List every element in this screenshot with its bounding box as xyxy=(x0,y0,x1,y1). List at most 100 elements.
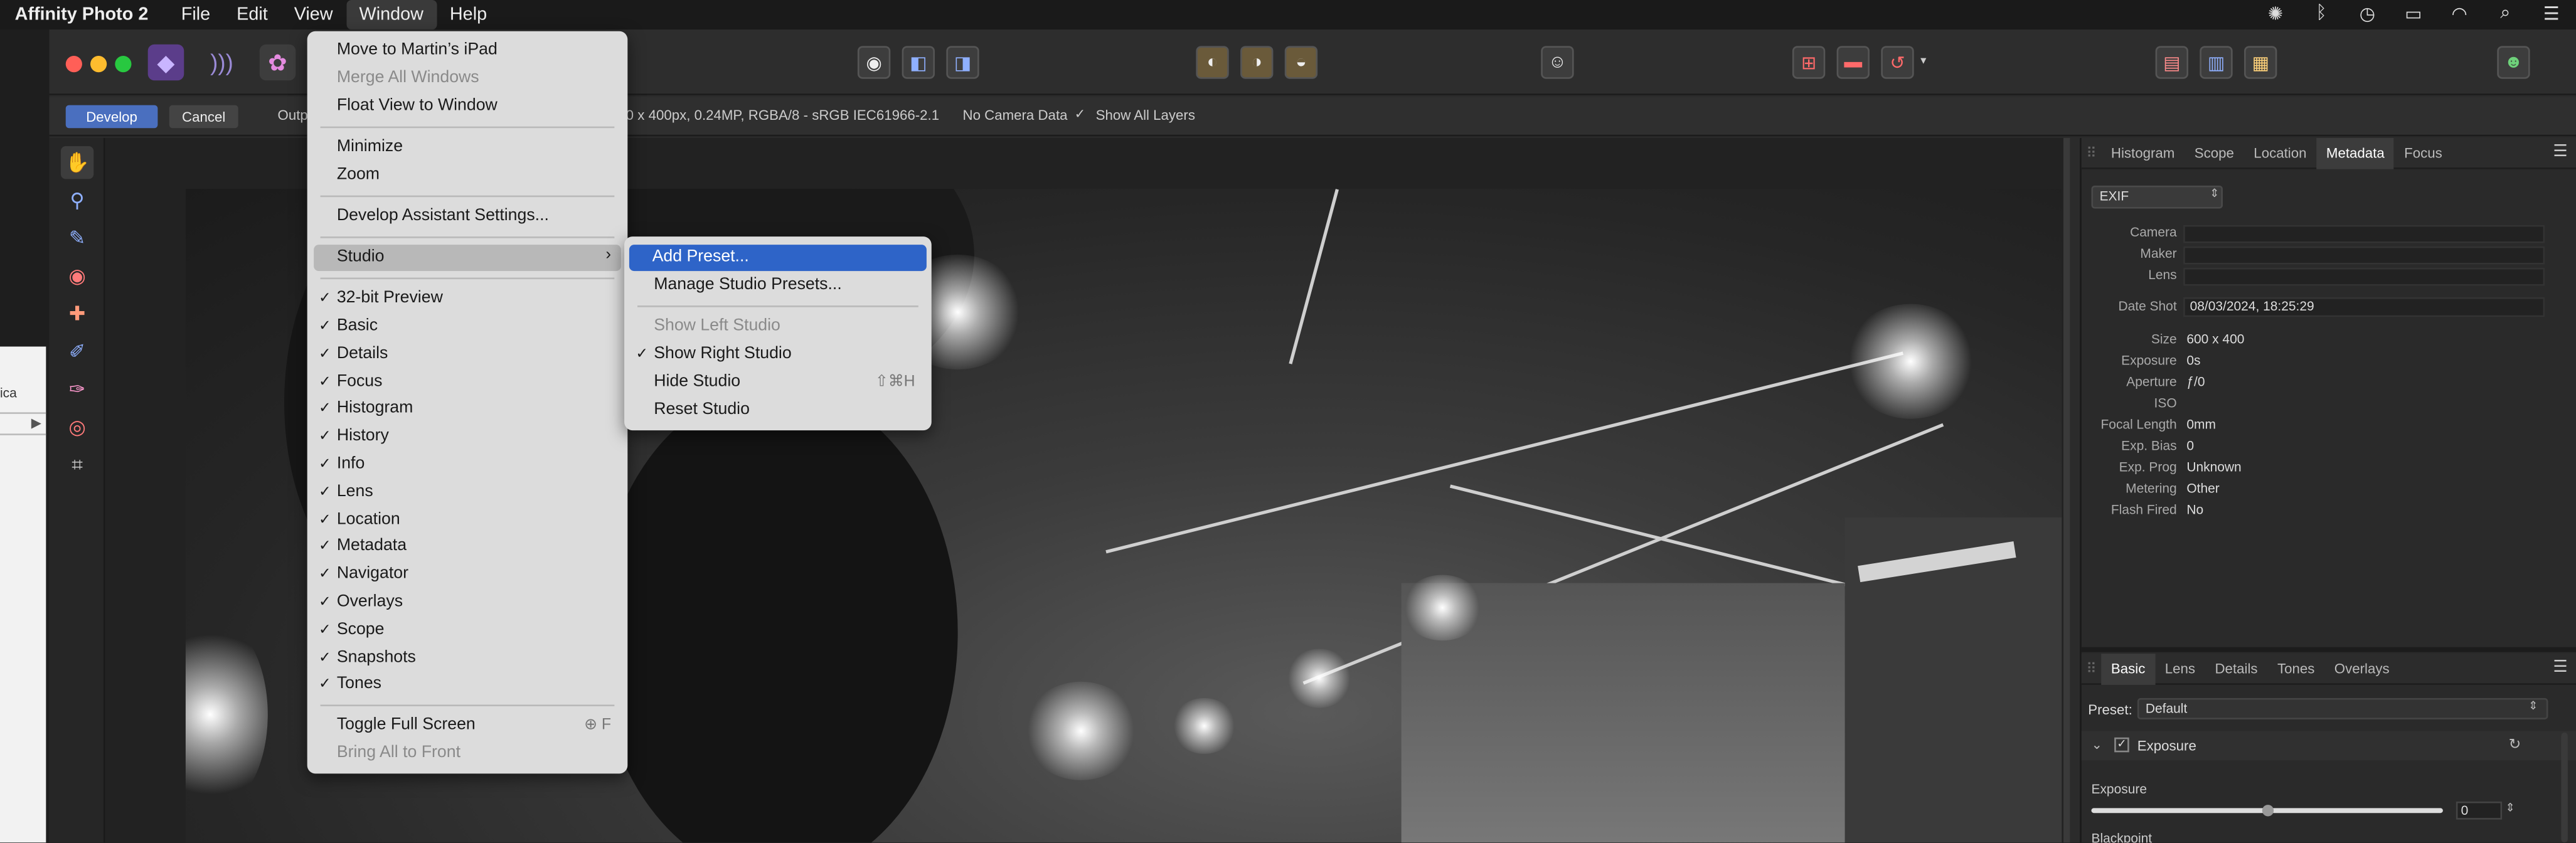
meta-field-lens[interactable] xyxy=(2183,267,2545,286)
develop-button[interactable]: Develop xyxy=(65,105,158,129)
tab-scope[interactable]: Scope xyxy=(2185,137,2244,169)
show-all-layers-label[interactable]: Show All Layers xyxy=(1096,107,1195,123)
red-eye-tool-icon[interactable]: ◉ xyxy=(61,260,93,292)
mirror-view-icon[interactable]: ◨ xyxy=(946,46,979,79)
menu-item-snapshots[interactable]: ✓ Snapshots xyxy=(314,645,621,672)
minimize-window-button[interactable] xyxy=(90,56,107,73)
align-icon[interactable]: ▥ xyxy=(2200,46,2233,79)
exposure-enable-checkbox[interactable]: ✓ xyxy=(2114,737,2129,753)
show-all-layers-checkbox[interactable]: ✓ xyxy=(1075,107,1086,122)
menu-item-focus[interactable]: ✓ Focus xyxy=(314,369,621,396)
tab-tones[interactable]: Tones xyxy=(2267,653,2324,684)
menu-item-metadata[interactable]: ✓ Metadata xyxy=(314,534,621,560)
undo-history-icon[interactable]: ↺ xyxy=(1881,46,1914,79)
menu-help[interactable]: Help xyxy=(437,0,500,29)
panel-grip-icon[interactable]: ⠿ xyxy=(2082,144,2101,162)
tab-details[interactable]: Details xyxy=(2205,653,2267,684)
clipping-highlights-icon[interactable]: ◒ xyxy=(1284,46,1318,79)
menu-item-toggle-full-screen[interactable]: Toggle Full Screen ⊕ F xyxy=(314,713,621,739)
tab-focus[interactable]: Focus xyxy=(2394,137,2452,169)
distribute-icon[interactable]: ▦ xyxy=(2244,46,2277,79)
display-icon[interactable]: ▭ xyxy=(2402,3,2425,24)
canvas-scrollbar[interactable] xyxy=(2063,137,2070,843)
tab-basic[interactable]: Basic xyxy=(2101,652,2156,684)
meta-field-camera[interactable] xyxy=(2183,225,2545,243)
wifi-icon[interactable]: ◠ xyxy=(2448,3,2471,24)
menu-item-histogram[interactable]: ✓ Histogram xyxy=(314,396,621,422)
bluetooth-icon[interactable]: ᛒ xyxy=(2310,3,2333,24)
chevron-down-icon[interactable]: ⌄ xyxy=(2091,738,2102,753)
exposure-slider[interactable] xyxy=(2091,805,2443,817)
menu-edit[interactable]: Edit xyxy=(223,0,281,29)
menu-item-add-preset[interactable]: Add Preset... xyxy=(629,245,927,272)
zoom-window-button[interactable] xyxy=(115,56,132,73)
menu-item-minimize[interactable]: Minimize xyxy=(314,135,621,161)
panel-menu-icon[interactable]: ☰ xyxy=(2553,143,2567,161)
photo-persona-icon[interactable]: ◆ xyxy=(147,44,184,81)
arrange-icon[interactable]: ▤ xyxy=(2155,46,2188,79)
panel-menu-icon[interactable]: ☰ xyxy=(2553,659,2567,677)
clipping-midtones-icon[interactable]: ◑ xyxy=(1240,46,1274,79)
tab-location[interactable]: Location xyxy=(2244,137,2317,169)
tab-histogram[interactable]: Histogram xyxy=(2101,137,2185,169)
split-view-icon[interactable]: ◧ xyxy=(902,46,935,79)
menu-item-history[interactable]: ✓ History xyxy=(314,424,621,450)
panel-grip-icon[interactable]: ⠿ xyxy=(2082,659,2101,677)
menu-item-show-right-studio[interactable]: ✓ Show Right Studio xyxy=(631,342,925,368)
menu-item-hide-studio[interactable]: Hide Studio ⇧⌘H xyxy=(631,369,925,396)
overlay-erase-tool-icon[interactable]: ✑ xyxy=(61,373,93,405)
exposure-value-field[interactable]: 0 xyxy=(2456,801,2503,820)
search-icon[interactable]: ⌕ xyxy=(2494,3,2517,24)
develop-persona-icon[interactable]: ✿ xyxy=(259,44,296,81)
exposure-slider-knob[interactable] xyxy=(2262,805,2274,817)
tab-overlays[interactable]: Overlays xyxy=(2324,653,2399,684)
menu-item-navigator[interactable]: ✓ Navigator xyxy=(314,562,621,588)
snap-icon[interactable]: ⊞ xyxy=(1792,46,1826,79)
panel-divider[interactable] xyxy=(2081,647,2576,652)
liquify-persona-icon[interactable]: ))) xyxy=(204,45,240,81)
metadata-type-select[interactable]: EXIF xyxy=(2091,185,2223,209)
cancel-button[interactable]: Cancel xyxy=(169,105,238,129)
reset-icon[interactable]: ↻ xyxy=(2509,736,2521,754)
control-center-icon[interactable]: ☰ xyxy=(2540,3,2563,24)
blemish-tool-icon[interactable]: ✚ xyxy=(61,297,93,330)
menu-item-tones[interactable]: ✓ Tones xyxy=(314,672,621,698)
brightness-icon[interactable]: ✺ xyxy=(2264,3,2287,24)
menu-window[interactable]: Window xyxy=(346,0,437,30)
menu-item-info[interactable]: ✓ Info xyxy=(314,452,621,478)
menu-item-scope[interactable]: ✓ Scope xyxy=(314,618,621,644)
menu-file[interactable]: File xyxy=(168,0,223,29)
zoom-tool-icon[interactable]: ⚲ xyxy=(61,184,93,216)
menu-item-develop-assistant-settings[interactable]: Develop Assistant Settings... xyxy=(314,204,621,230)
menu-item-float-view[interactable]: Float View to Window xyxy=(314,93,621,120)
tab-metadata[interactable]: Metadata xyxy=(2316,137,2395,169)
bottom-panel-scrollbar[interactable] xyxy=(2561,732,2568,843)
exposure-section-header[interactable]: ⌄ ✓ Exposure ↻ xyxy=(2081,731,2576,761)
app-menu[interactable]: Affinity Photo 2 xyxy=(15,5,149,24)
menu-item-manage-studio-presets[interactable]: Manage Studio Presets... xyxy=(631,273,925,299)
menu-item-details[interactable]: ✓ Details xyxy=(314,342,621,368)
menu-item-lens[interactable]: ✓ Lens xyxy=(314,480,621,506)
overlay-paint-tool-icon[interactable]: ✐ xyxy=(61,335,93,368)
menu-item-32bit-preview[interactable]: ✓ 32-bit Preview xyxy=(314,286,621,312)
assistant-icon[interactable]: ☺ xyxy=(1541,46,1574,79)
meta-field-maker[interactable] xyxy=(2183,246,2545,265)
menu-item-location[interactable]: ✓ Location xyxy=(314,507,621,534)
account-icon[interactable]: ☻ xyxy=(2497,46,2530,79)
stepper-icon[interactable]: ⇕ xyxy=(2505,802,2515,814)
view-mode-icon[interactable]: ◉ xyxy=(857,46,891,79)
white-balance-tool-icon[interactable]: ✎ xyxy=(61,222,93,255)
tab-lens[interactable]: Lens xyxy=(2155,653,2205,684)
close-window-button[interactable] xyxy=(65,56,82,73)
menu-item-reset-studio[interactable]: Reset Studio xyxy=(631,398,925,424)
hand-tool-icon[interactable]: ✋ xyxy=(60,146,94,179)
gradient-overlay-tool-icon[interactable]: ◎ xyxy=(61,411,93,443)
menu-item-move-to-ipad[interactable]: Move to Martin’s iPad xyxy=(314,38,621,64)
menu-item-zoom[interactable]: Zoom xyxy=(314,162,621,189)
menu-item-overlays[interactable]: ✓ Overlays xyxy=(314,590,621,616)
chevron-down-icon[interactable]: ▾ xyxy=(1920,54,1926,67)
mask-icon[interactable]: ▬ xyxy=(1836,46,1870,79)
preset-select[interactable]: Default xyxy=(2137,697,2548,719)
clipping-shadows-icon[interactable]: ◐ xyxy=(1196,46,1229,79)
time-machine-icon[interactable]: ◷ xyxy=(2356,3,2379,24)
